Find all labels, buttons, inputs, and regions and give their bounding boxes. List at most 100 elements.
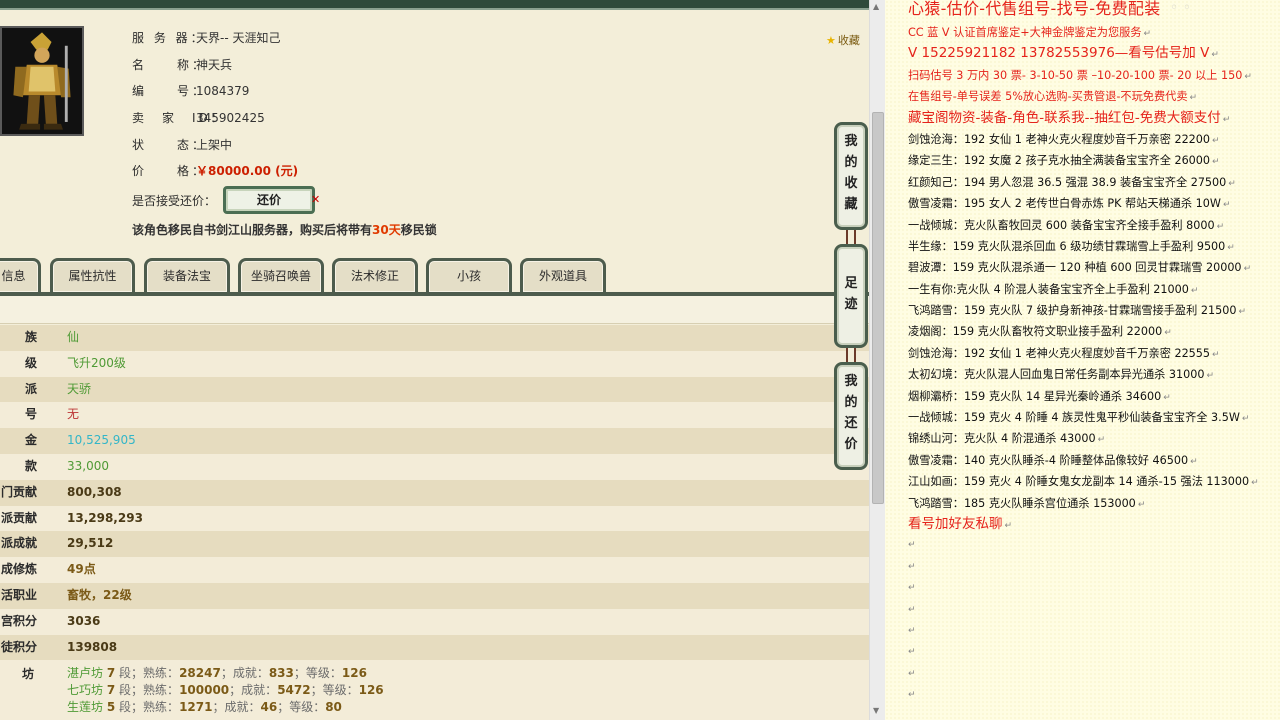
info-server: 服 务 器：天界-- 天涯知己 [132,29,280,47]
row-key: 派 [24,381,37,396]
paragraph-mark-icon: ↵ [1212,135,1220,146]
word-shulian: ；熟练： [131,683,180,697]
doc-line: 飞鸿踏雪：185 克火队睡杀宫位通杀 153000 ↵ [908,493,1278,514]
row-key: 派成就 [0,536,37,551]
workshop-row: 坊 湛卢坊 7 段；熟练：28247；成就：833；等级：126 七巧坊 7 段… [0,660,869,720]
info-price: 价 格：￥80000.00 (元) [132,162,298,180]
notice-text-end: 移民锁 [400,223,437,237]
word-shulian: ；熟练： [131,700,180,714]
my-bargains-button[interactable]: 我 的 还 价 [834,362,868,470]
paragraph-mark-icon: ↵ [908,668,916,679]
table-row: 级 飞升200级 [0,350,869,377]
btn-char: 足 [844,276,858,291]
word-chengjiu: ；成就： [220,666,269,680]
tab-spells[interactable]: 法术修正 [332,258,418,292]
top-bar [0,0,869,10]
btn-char: 还 [844,416,858,431]
footprints-button[interactable]: 足 迹 [834,244,868,348]
table-row: 派 天骄 [0,376,869,403]
tab-equipment[interactable]: 装备法宝 [144,258,230,292]
notice-text: 该角色移民自书剑江山服务器，购买后将带有 [132,223,373,237]
info-label: 状 态： [132,138,208,152]
doc-line-text: 看号加好友私聊 [908,515,1003,532]
doc-line-text: 碧波潭：159 克火队混杀通一 120 种植 600 回灵甘霖瑞雪 20000 [908,261,1242,275]
info-value: 345902425 [196,111,265,125]
tab-info[interactable]: 信息 [0,258,41,292]
paragraph-mark-icon: ↵ [1238,307,1246,318]
doc-line: 在售组号-单号误差 5%放心选购-买贵管退-不玩免费代卖 ↵ [908,86,1278,107]
bargain-button[interactable]: 还价 [223,186,315,214]
btn-char: 我 [844,374,858,389]
workshop-skill: 100000 [179,683,230,697]
table-row: 成修炼 49点 [0,557,869,583]
notice-days: 30天 [372,223,401,237]
doc-line-text: 飞鸿踏雪：159 克火队 7 级护身新神孩-甘霖瑞雪接手盈利 21500 [908,304,1237,318]
scroll-down-icon[interactable]: ▼ [873,706,879,715]
doc-line-text: 烟柳灞桥：159 克火队 14 星异光秦岭通杀 34600 [908,389,1162,403]
info-value: 1084379 [196,84,250,98]
table-row: 号无 [0,402,869,429]
tab-mounts[interactable]: 坐骑召唤兽 [238,258,324,292]
document-body[interactable]: 心猿-估价-代售组号-找号-免费配装 CC 蓝 V 认证首席鉴定+大神金牌鉴定为… [908,0,1278,707]
doc-line: 傲雪凌霜：195 女人 2 老传世白骨赤炼 PK 帮站天梯通杀 10W ↵ [908,193,1278,214]
workshop-achievement: 833 [268,666,294,680]
scroll-up-icon[interactable]: ▲ [873,2,879,11]
my-favorites-button[interactable]: 我 的 收 藏 [834,122,868,230]
paragraph-mark-icon: ↵ [1137,499,1146,510]
doc-line: 一战倾城：克火队畜牧回灵 600 装备宝宝齐全接手盈利 8000 ↵ [908,215,1278,236]
favorite-link[interactable]: ★ 收藏 [826,32,860,48]
doc-line: 锦绣山河：克火队 4 阶混通杀 43000 ↵ [908,428,1278,449]
paragraph-mark-icon: ↵ [908,647,916,658]
doc-line: 半生缘：159 克火队混杀回血 6 级功绩甘霖瑞雪上手盈利 9500 ↵ [908,236,1278,257]
row-key: 坊 [22,667,35,681]
close-icon[interactable]: ✕ [311,193,320,206]
doc-line-text: 在售组号-单号误差 5%放心选购-买贵管退-不玩免费代卖 [908,90,1188,104]
paragraph-mark-icon: ↵ [908,561,916,572]
workshop-skill: 28247 [179,666,221,680]
row-key: 派贡献 [0,510,37,525]
row-key: 活职业 [0,587,37,602]
paragraph-mark-icon: ↵ [1212,157,1220,168]
paragraph-mark-icon: ↵ [908,540,916,551]
scroll-thumb[interactable] [872,112,884,504]
row-key: 金 [24,433,37,448]
workshop-achievement: 5472 [277,683,311,697]
table-row: 门贡献 800,308 [0,479,869,506]
info-label: 服 务 器： [132,31,206,45]
vertical-scrollbar[interactable]: ▲ ▼ [869,0,885,720]
workshop-line: 七巧坊 7 段；熟练：100000；成就：5472；等级：126 [67,681,384,698]
doc-line: V 15225921182 13782553976—看号估号加 V ↵ [908,43,1278,64]
word-chengjiu: ；成就： [212,700,261,714]
row-key: 成修炼 [0,562,37,577]
row-key: 门贡献 [0,484,37,499]
doc-line: 缘定三生：192 女魔 2 孩子克水抽全满装备宝宝齐全 26000 ↵ [908,150,1278,171]
tab-children[interactable]: 小孩 [426,258,512,292]
paragraph-mark-icon: ↵ [1216,221,1225,232]
paragraph-mark-icon: ↵ [908,604,916,615]
row-key: 款 [24,458,37,473]
doc-line: 藏宝阁物资-装备-角色-联系我--抽红包-免费大额支付 ↵ [908,108,1278,129]
info-status: 状 态：上架中 [132,136,232,154]
doc-line: CC 蓝 V 认证首席鉴定+大神金牌鉴定为您服务 ↵ [908,22,1278,43]
doc-line: 碧波潭：159 克火队混杀通一 120 种植 600 回灵甘霖瑞雪 20000 ↵ [908,257,1278,278]
workshop-level: 126 [341,666,367,680]
character-stats: 族仙 级飞升200级 派天骄 号无 金 10,525,905 款 33,000 门贡… [0,325,869,661]
doc-line-text: 太初幻境：克火队混人回血鬼日常任务副本异光通杀 31000 [908,368,1205,382]
paragraph-mark-icon: ↵ [1097,435,1106,446]
favorite-label: 收藏 [837,34,860,47]
workshop-level: 80 [325,700,342,714]
workshop-name: 七巧坊 [67,683,104,697]
paragraph-mark-icon: ↵ [1222,114,1231,125]
paragraph-mark-icon: ↵ [1164,328,1172,339]
tab-attributes[interactable]: 属性抗性 [50,258,135,292]
paragraph-mark-icon: ↵ [1143,29,1152,39]
workshop-achievement: 46 [260,700,278,714]
tab-appearance[interactable]: 外观道具 [520,258,606,292]
btn-char: 价 [844,437,858,452]
row-value: 33,000 [67,458,109,473]
row-value: 29,512 [67,536,114,551]
btn-char: 我 [844,134,858,149]
row-value: 天骄 [67,381,92,396]
paragraph-mark-icon: ↵ [1206,371,1215,382]
doc-line-text: 傲雪凌霜：140 克火队睡杀-4 阶睡整体品像较好 46500 [908,453,1189,467]
